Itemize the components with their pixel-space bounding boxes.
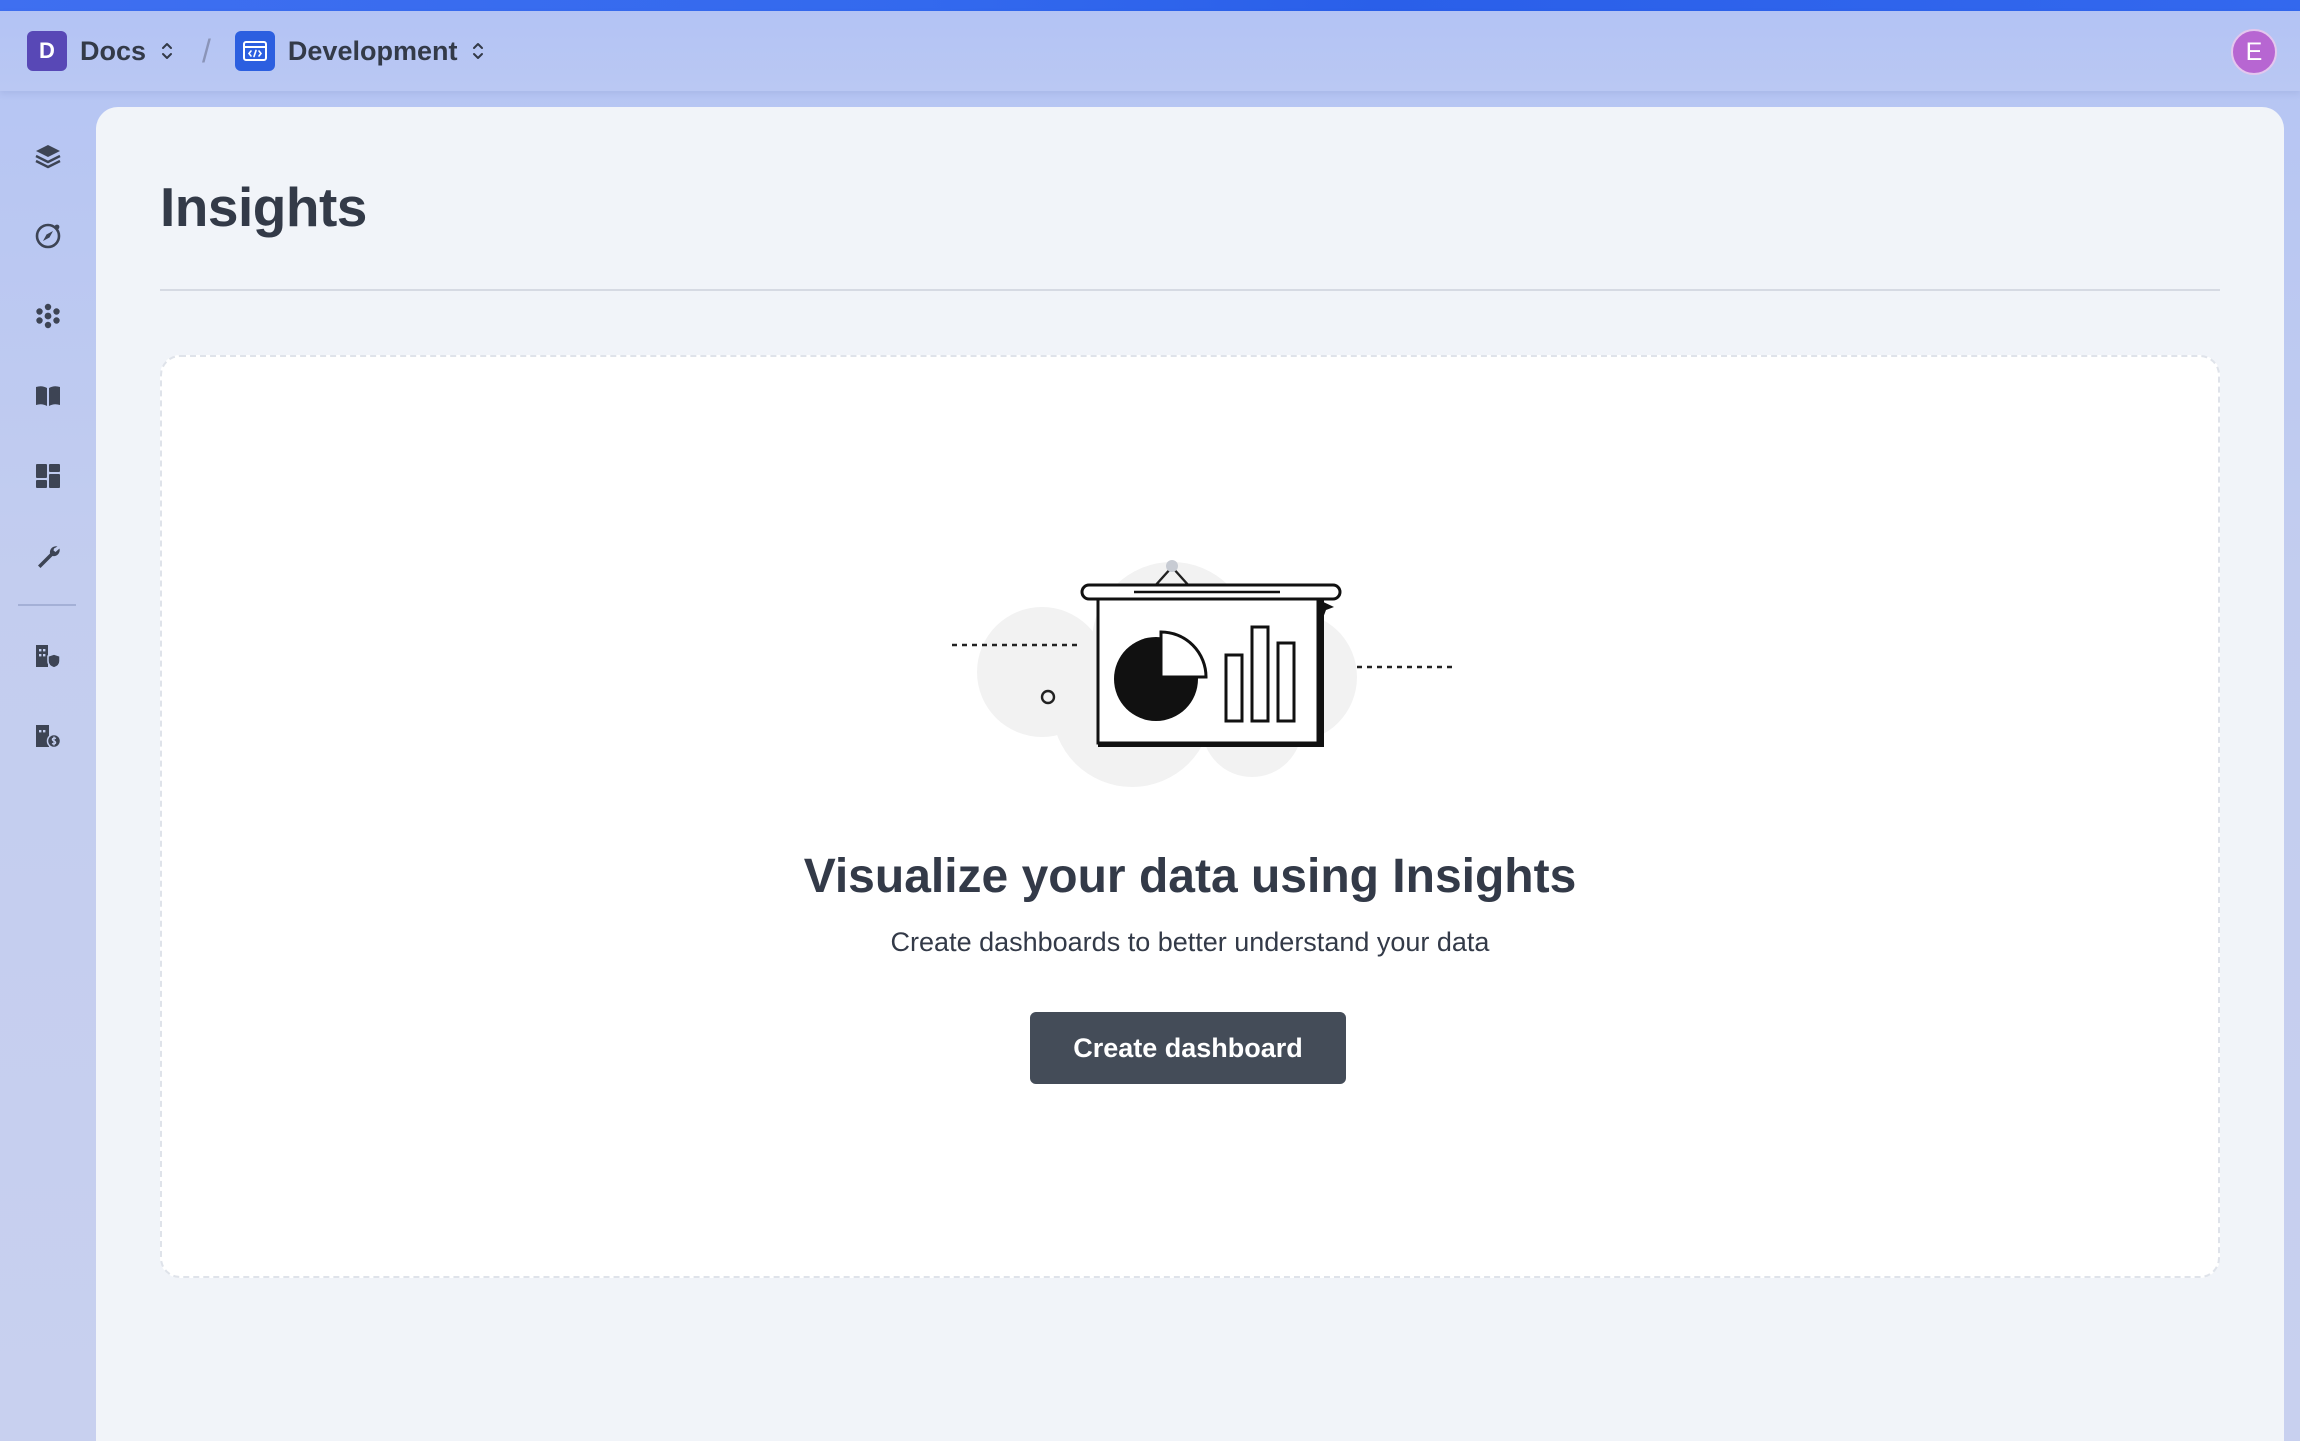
- org-switcher[interactable]: D Docs: [27, 29, 174, 73]
- sidebar-item-explore[interactable]: [24, 212, 72, 260]
- sidebar-item-tools[interactable]: [24, 532, 72, 580]
- book-icon: [36, 386, 60, 406]
- org-name: Docs: [80, 35, 147, 66]
- environment-badge: [234, 31, 275, 71]
- top-accent-bar: [0, 0, 2300, 11]
- sidebar-item-docs[interactable]: [24, 372, 72, 420]
- breadcrumb-separator: /: [202, 32, 211, 69]
- environment-name: Development: [287, 35, 458, 66]
- create-dashboard-button[interactable]: Create dashboard: [1030, 1012, 1346, 1084]
- app-window: D Docs / Development E Insights Visualiz…: [0, 0, 2300, 1441]
- sidebar-divider: [18, 604, 76, 606]
- sidebar-item-integrations[interactable]: [24, 292, 72, 340]
- empty-state-description: Create dashboards to better understand y…: [890, 927, 1490, 957]
- sidebar-item-organization[interactable]: [24, 632, 72, 680]
- chevron-up-down-icon: [162, 43, 173, 59]
- org-badge: D: [27, 31, 67, 71]
- empty-state-heading: Visualize your data using Insights: [803, 850, 1577, 903]
- chevron-up-down-icon: [473, 43, 484, 59]
- environment-switcher[interactable]: Development: [234, 29, 486, 73]
- compass-icon: [35, 223, 61, 249]
- page-title: Insights: [160, 176, 367, 238]
- code-window-icon: [242, 41, 267, 61]
- sidebar: [0, 92, 96, 1441]
- main-panel: Insights Visualize your data using Insig…: [96, 107, 2284, 1441]
- title-divider: [160, 289, 2220, 291]
- billing-icon: [36, 725, 62, 749]
- presentation-chart-illustration: [952, 560, 1457, 787]
- dashboard-icon: [36, 464, 60, 488]
- wrench-icon: [38, 546, 60, 568]
- layers-icon: [35, 145, 61, 169]
- user-avatar[interactable]: E: [2231, 29, 2277, 75]
- sidebar-item-layers[interactable]: [24, 132, 72, 180]
- integrations-icon: [36, 303, 60, 329]
- top-header: D Docs / Development E: [0, 11, 2300, 91]
- sidebar-item-billing[interactable]: [24, 712, 72, 760]
- sidebar-item-insights[interactable]: [24, 452, 72, 500]
- empty-state-card: Visualize your data using Insights Creat…: [160, 355, 2220, 1278]
- organization-shield-icon: [36, 645, 61, 669]
